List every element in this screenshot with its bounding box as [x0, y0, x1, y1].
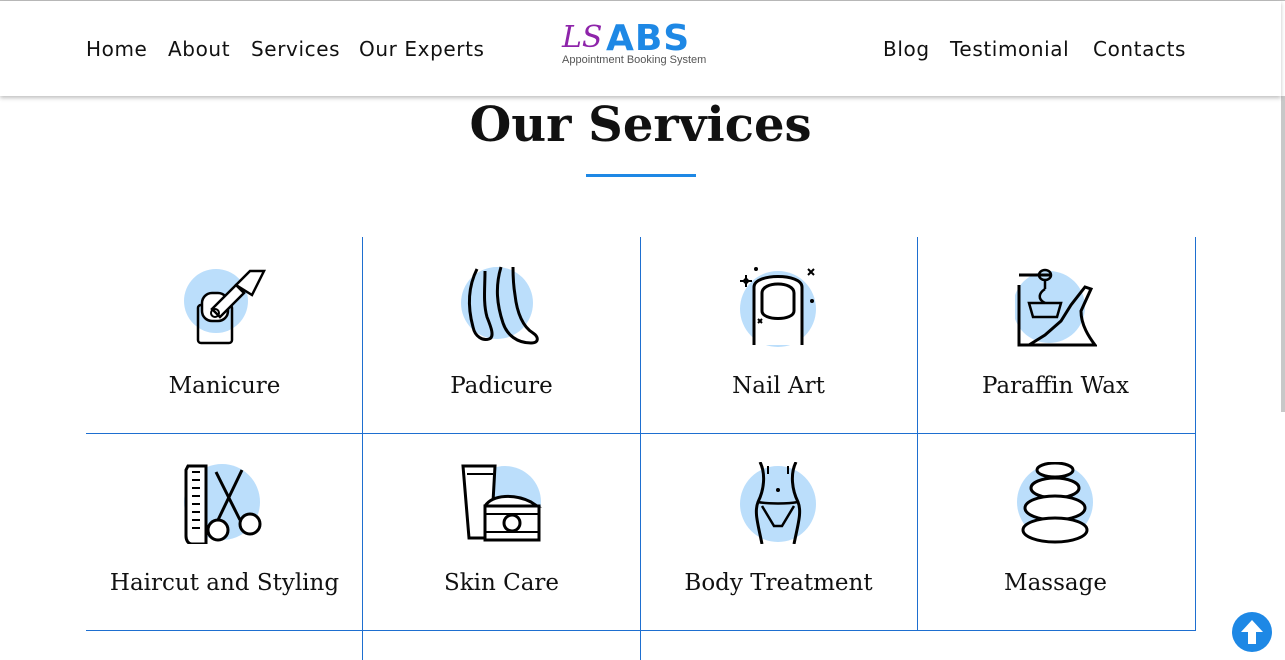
service-label: Manicure — [168, 373, 281, 399]
arrow-up-icon — [1241, 620, 1263, 644]
nav-contacts[interactable]: Contacts — [1093, 37, 1186, 61]
comb-scissors-icon — [184, 464, 262, 544]
nav-services[interactable]: Services — [251, 37, 340, 61]
nav-testimonial[interactable]: Testimonial — [950, 37, 1069, 61]
service-card-padicure[interactable]: Padicure — [363, 237, 640, 433]
back-to-top-button[interactable] — [1232, 612, 1272, 652]
service-label: Skin Care — [443, 570, 560, 596]
service-card-skin-care[interactable]: Skin Care — [363, 434, 640, 630]
services-grid: Manicure Padicure Nail Art Paraffin Wax … — [86, 237, 1196, 660]
header: Home About Services Our Experts Blog Tes… — [0, 1, 1281, 96]
service-card-body-treatment[interactable]: Body Treatment — [640, 434, 917, 630]
nail-polish-icon — [184, 269, 266, 345]
logo-mark: LS — [562, 20, 603, 55]
section-title: Our Services — [469, 97, 812, 153]
scrollbar-thumb[interactable] — [1281, 96, 1285, 412]
stones-icon — [1017, 462, 1093, 544]
feet-icon — [461, 266, 539, 345]
service-card-massage[interactable]: Massage — [917, 434, 1194, 630]
nav-home[interactable]: Home — [86, 37, 147, 61]
body-icon — [740, 462, 816, 544]
service-card-haircut[interactable]: Haircut and Styling — [86, 434, 363, 630]
logo-tagline: Appointment Booking System — [562, 54, 707, 66]
service-label: Massage — [1004, 570, 1107, 596]
wax-icon — [1015, 268, 1097, 347]
service-label: Padicure — [450, 373, 553, 399]
grid-divider — [86, 630, 1196, 631]
nav-about[interactable]: About — [168, 37, 230, 61]
service-label: Nail Art — [732, 373, 825, 399]
service-label: Haircut and Styling — [109, 570, 340, 596]
logo[interactable]: LS ABS Appointment Booking System — [562, 18, 722, 69]
nail-icon — [740, 267, 816, 347]
title-underline — [586, 174, 696, 177]
service-card-nail-art[interactable]: Nail Art — [640, 237, 917, 433]
service-card-paraffin-wax[interactable]: Paraffin Wax — [917, 237, 1194, 433]
nav-our-experts[interactable]: Our Experts — [359, 37, 485, 61]
logo-name: ABS — [606, 18, 691, 59]
cream-jar-icon — [461, 464, 542, 542]
service-label: Paraffin Wax — [981, 373, 1129, 399]
service-label: Body Treatment — [684, 570, 873, 596]
service-card-manicure[interactable]: Manicure — [86, 237, 363, 433]
nav-blog[interactable]: Blog — [883, 37, 930, 61]
